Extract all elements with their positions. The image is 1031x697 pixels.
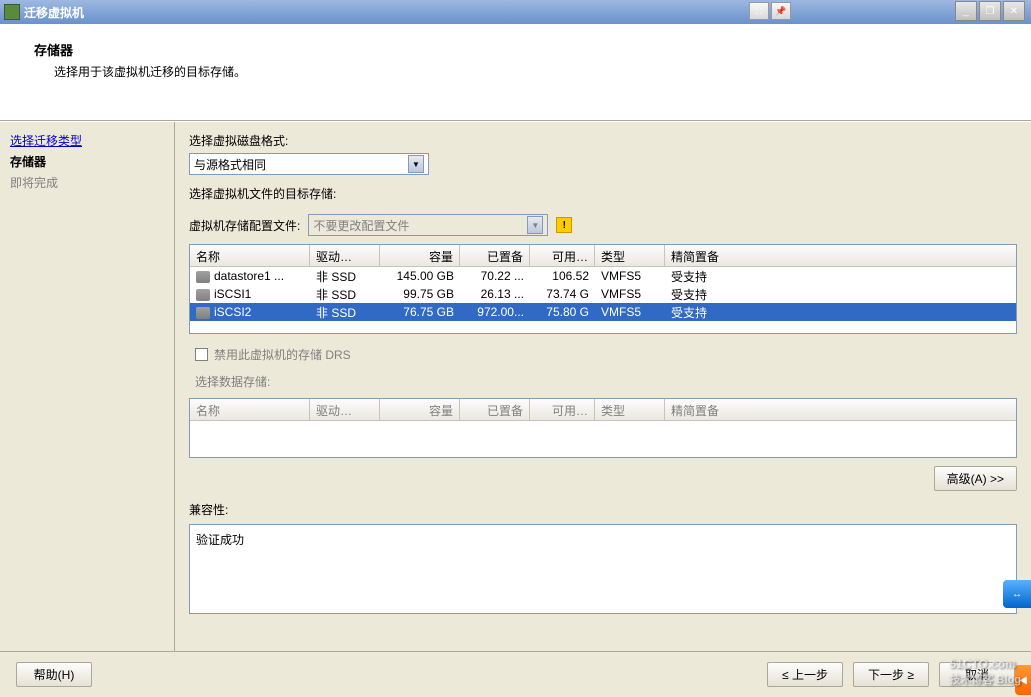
col-name[interactable]: 名称 — [190, 245, 310, 266]
content-area: 选择迁移类型 存储器 即将完成 选择虚拟磁盘格式: 与源格式相同 ▼ 选择虚拟机… — [0, 121, 1031, 651]
table-row[interactable]: iSCSI1 非 SSD 99.75 GB 26.13 ... 73.74 G … — [190, 285, 1016, 303]
secondary-datastore-table: 名称 驱动… 容量 已置备 可用… 类型 精简置备 — [189, 398, 1017, 458]
second-table-label: 选择数据存储: — [195, 373, 1017, 390]
compat-label: 兼容性: — [189, 501, 1017, 518]
advanced-button[interactable]: 高级(A) >> — [934, 466, 1017, 491]
page-title: 存储器 — [34, 40, 1011, 59]
col-provisioned[interactable]: 已置备 — [460, 245, 530, 266]
profile-label: 虚拟机存储配置文件: — [189, 217, 300, 234]
warning-icon: ! — [556, 217, 572, 233]
col-available[interactable]: 可用… — [530, 245, 595, 266]
col-type[interactable]: 类型 — [595, 245, 665, 266]
col-thin[interactable]: 精简置备 — [665, 245, 1016, 266]
side-arrow-icon[interactable]: ◀ — [1015, 665, 1031, 695]
chevron-down-icon: ▼ — [408, 155, 424, 173]
close-button[interactable]: ✕ — [1003, 1, 1025, 21]
button-bar: 帮助(H) ≤ 上一步 下一步 ≥ 取消 — [0, 651, 1031, 697]
drs-checkbox-label: 禁用此虚拟机的存储 DRS — [214, 346, 351, 363]
page-subtitle: 选择用于该虚拟机迁移的目标存储。 — [54, 63, 1011, 80]
datastore-icon — [196, 289, 210, 301]
titlebar: 迁移虚拟机 ⛶ 📌 _ ❐ ✕ — [0, 0, 1031, 24]
chevron-down-icon: ▼ — [527, 216, 543, 234]
disk-format-dropdown[interactable]: 与源格式相同 ▼ — [189, 153, 429, 175]
target-storage-label: 选择虚拟机文件的目标存储: — [189, 185, 1017, 202]
drs-checkbox-row: 禁用此虚拟机的存储 DRS — [195, 346, 1017, 363]
next-button[interactable]: 下一步 ≥ — [853, 662, 929, 687]
wizard-header: 存储器 选择用于该虚拟机迁移的目标存储。 — [0, 24, 1031, 121]
sidebar-step-storage: 存储器 — [10, 151, 164, 172]
titlebar-pin-controls: ⛶ 📌 — [749, 2, 791, 20]
col-drive[interactable]: 驱动… — [310, 245, 380, 266]
datastore-table-header: 名称 驱动… 容量 已置备 可用… 类型 精简置备 — [190, 245, 1016, 267]
compat-box: 验证成功 — [189, 524, 1017, 614]
secondary-table-header: 名称 驱动… 容量 已置备 可用… 类型 精简置备 — [190, 399, 1016, 421]
drs-checkbox[interactable] — [195, 348, 208, 361]
teamviewer-icon[interactable]: ↔ — [1003, 580, 1031, 608]
titlebar-text: 迁移虚拟机 — [24, 4, 1027, 21]
nav-button-group: ≤ 上一步 下一步 ≥ 取消 — [767, 662, 1015, 687]
cancel-button[interactable]: 取消 — [939, 662, 1015, 687]
minimize-button[interactable]: _ — [955, 1, 977, 21]
profile-row: 虚拟机存储配置文件: 不要更改配置文件 ▼ ! — [189, 214, 1017, 236]
table-row[interactable]: datastore1 ... 非 SSD 145.00 GB 70.22 ...… — [190, 267, 1016, 285]
disk-format-label: 选择虚拟磁盘格式: — [189, 132, 1017, 149]
disk-format-value: 与源格式相同 — [194, 156, 266, 173]
table-row-selected[interactable]: iSCSI2 非 SSD 76.75 GB 972.00... 75.80 G … — [190, 303, 1016, 321]
sidebar-step-finish: 即将完成 — [10, 172, 164, 193]
wizard-sidebar: 选择迁移类型 存储器 即将完成 — [0, 122, 175, 651]
profile-value: 不要更改配置文件 — [313, 217, 409, 234]
app-icon — [4, 4, 20, 20]
profile-dropdown[interactable]: 不要更改配置文件 ▼ — [308, 214, 548, 236]
window-controls: _ ❐ ✕ — [955, 1, 1025, 21]
maximize-button[interactable]: ❐ — [979, 1, 1001, 21]
compat-text: 验证成功 — [196, 533, 244, 547]
pin-icon[interactable]: 📌 — [771, 2, 791, 20]
datastore-table: 名称 驱动… 容量 已置备 可用… 类型 精简置备 datastore1 ...… — [189, 244, 1017, 334]
help-button[interactable]: 帮助(H) — [16, 662, 92, 687]
sidebar-step-migration-type[interactable]: 选择迁移类型 — [10, 130, 164, 151]
fullscreen-icon[interactable]: ⛶ — [749, 2, 769, 20]
col-capacity[interactable]: 容量 — [380, 245, 460, 266]
back-button[interactable]: ≤ 上一步 — [767, 662, 843, 687]
advanced-row: 高级(A) >> — [189, 466, 1017, 491]
main-panel: 选择虚拟磁盘格式: 与源格式相同 ▼ 选择虚拟机文件的目标存储: 虚拟机存储配置… — [175, 122, 1031, 651]
datastore-icon — [196, 271, 210, 283]
datastore-icon — [196, 307, 210, 319]
